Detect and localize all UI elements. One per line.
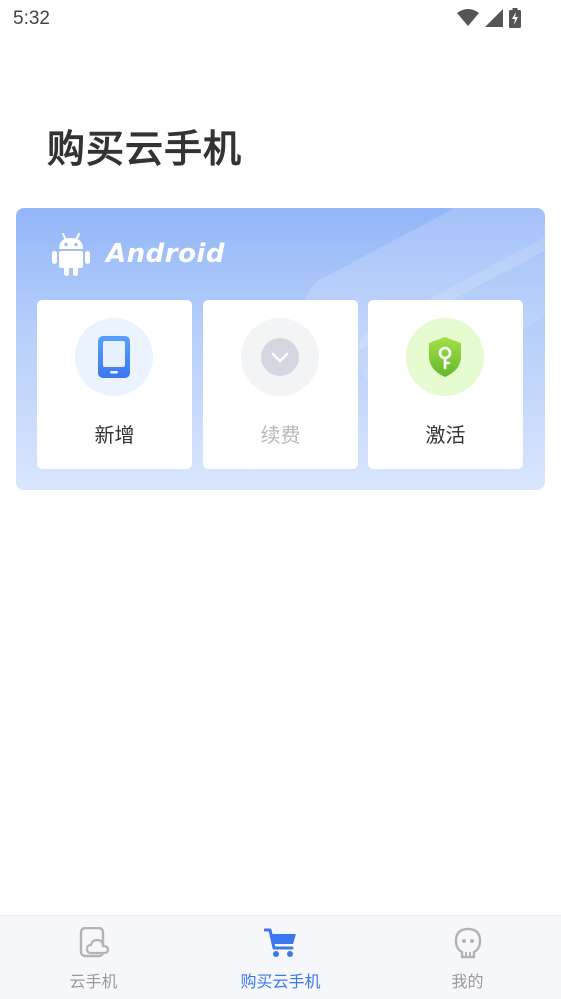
android-brand-text: Android <box>106 239 225 269</box>
shield-key-icon <box>429 337 461 377</box>
nav-item-buy-cloud-phone[interactable]: 购买云手机 <box>187 916 374 999</box>
renew-tile[interactable]: 续费 <box>203 300 358 469</box>
cloud-phone-icon <box>77 926 111 960</box>
renew-label: 续费 <box>260 423 301 447</box>
chevron-down-icon <box>261 338 299 376</box>
status-time: 5:32 <box>13 8 50 29</box>
status-bar: 5:32 <box>0 0 561 40</box>
profile-icon <box>451 926 485 960</box>
cart-icon <box>264 926 298 960</box>
phone-icon <box>98 336 130 378</box>
android-brand: Android <box>52 232 225 276</box>
bottom-nav: 云手机 购买云手机 我的 <box>0 915 561 999</box>
tile-icon-bg <box>75 318 153 396</box>
add-phone-label: 新增 <box>94 423 135 447</box>
activate-label: 激活 <box>425 423 466 447</box>
activate-tile[interactable]: 激活 <box>368 300 523 469</box>
nav-label-cloud-phone: 云手机 <box>69 972 118 991</box>
nav-label-profile: 我的 <box>451 972 484 991</box>
tile-icon-bg <box>241 318 319 396</box>
signal-icon <box>485 9 503 27</box>
android-card: Android 新增 续费 激活 <box>16 208 545 490</box>
android-robot-icon <box>52 233 90 276</box>
tile-icon-bg <box>406 318 484 396</box>
battery-charging-icon <box>509 8 521 28</box>
nav-item-profile[interactable]: 我的 <box>374 916 561 999</box>
nav-label-buy-cloud-phone: 购买云手机 <box>240 972 321 991</box>
page-title: 购买云手机 <box>47 127 243 171</box>
status-icons <box>457 8 521 28</box>
add-phone-tile[interactable]: 新增 <box>37 300 192 469</box>
nav-item-cloud-phone[interactable]: 云手机 <box>0 916 187 999</box>
wifi-icon <box>457 9 479 26</box>
